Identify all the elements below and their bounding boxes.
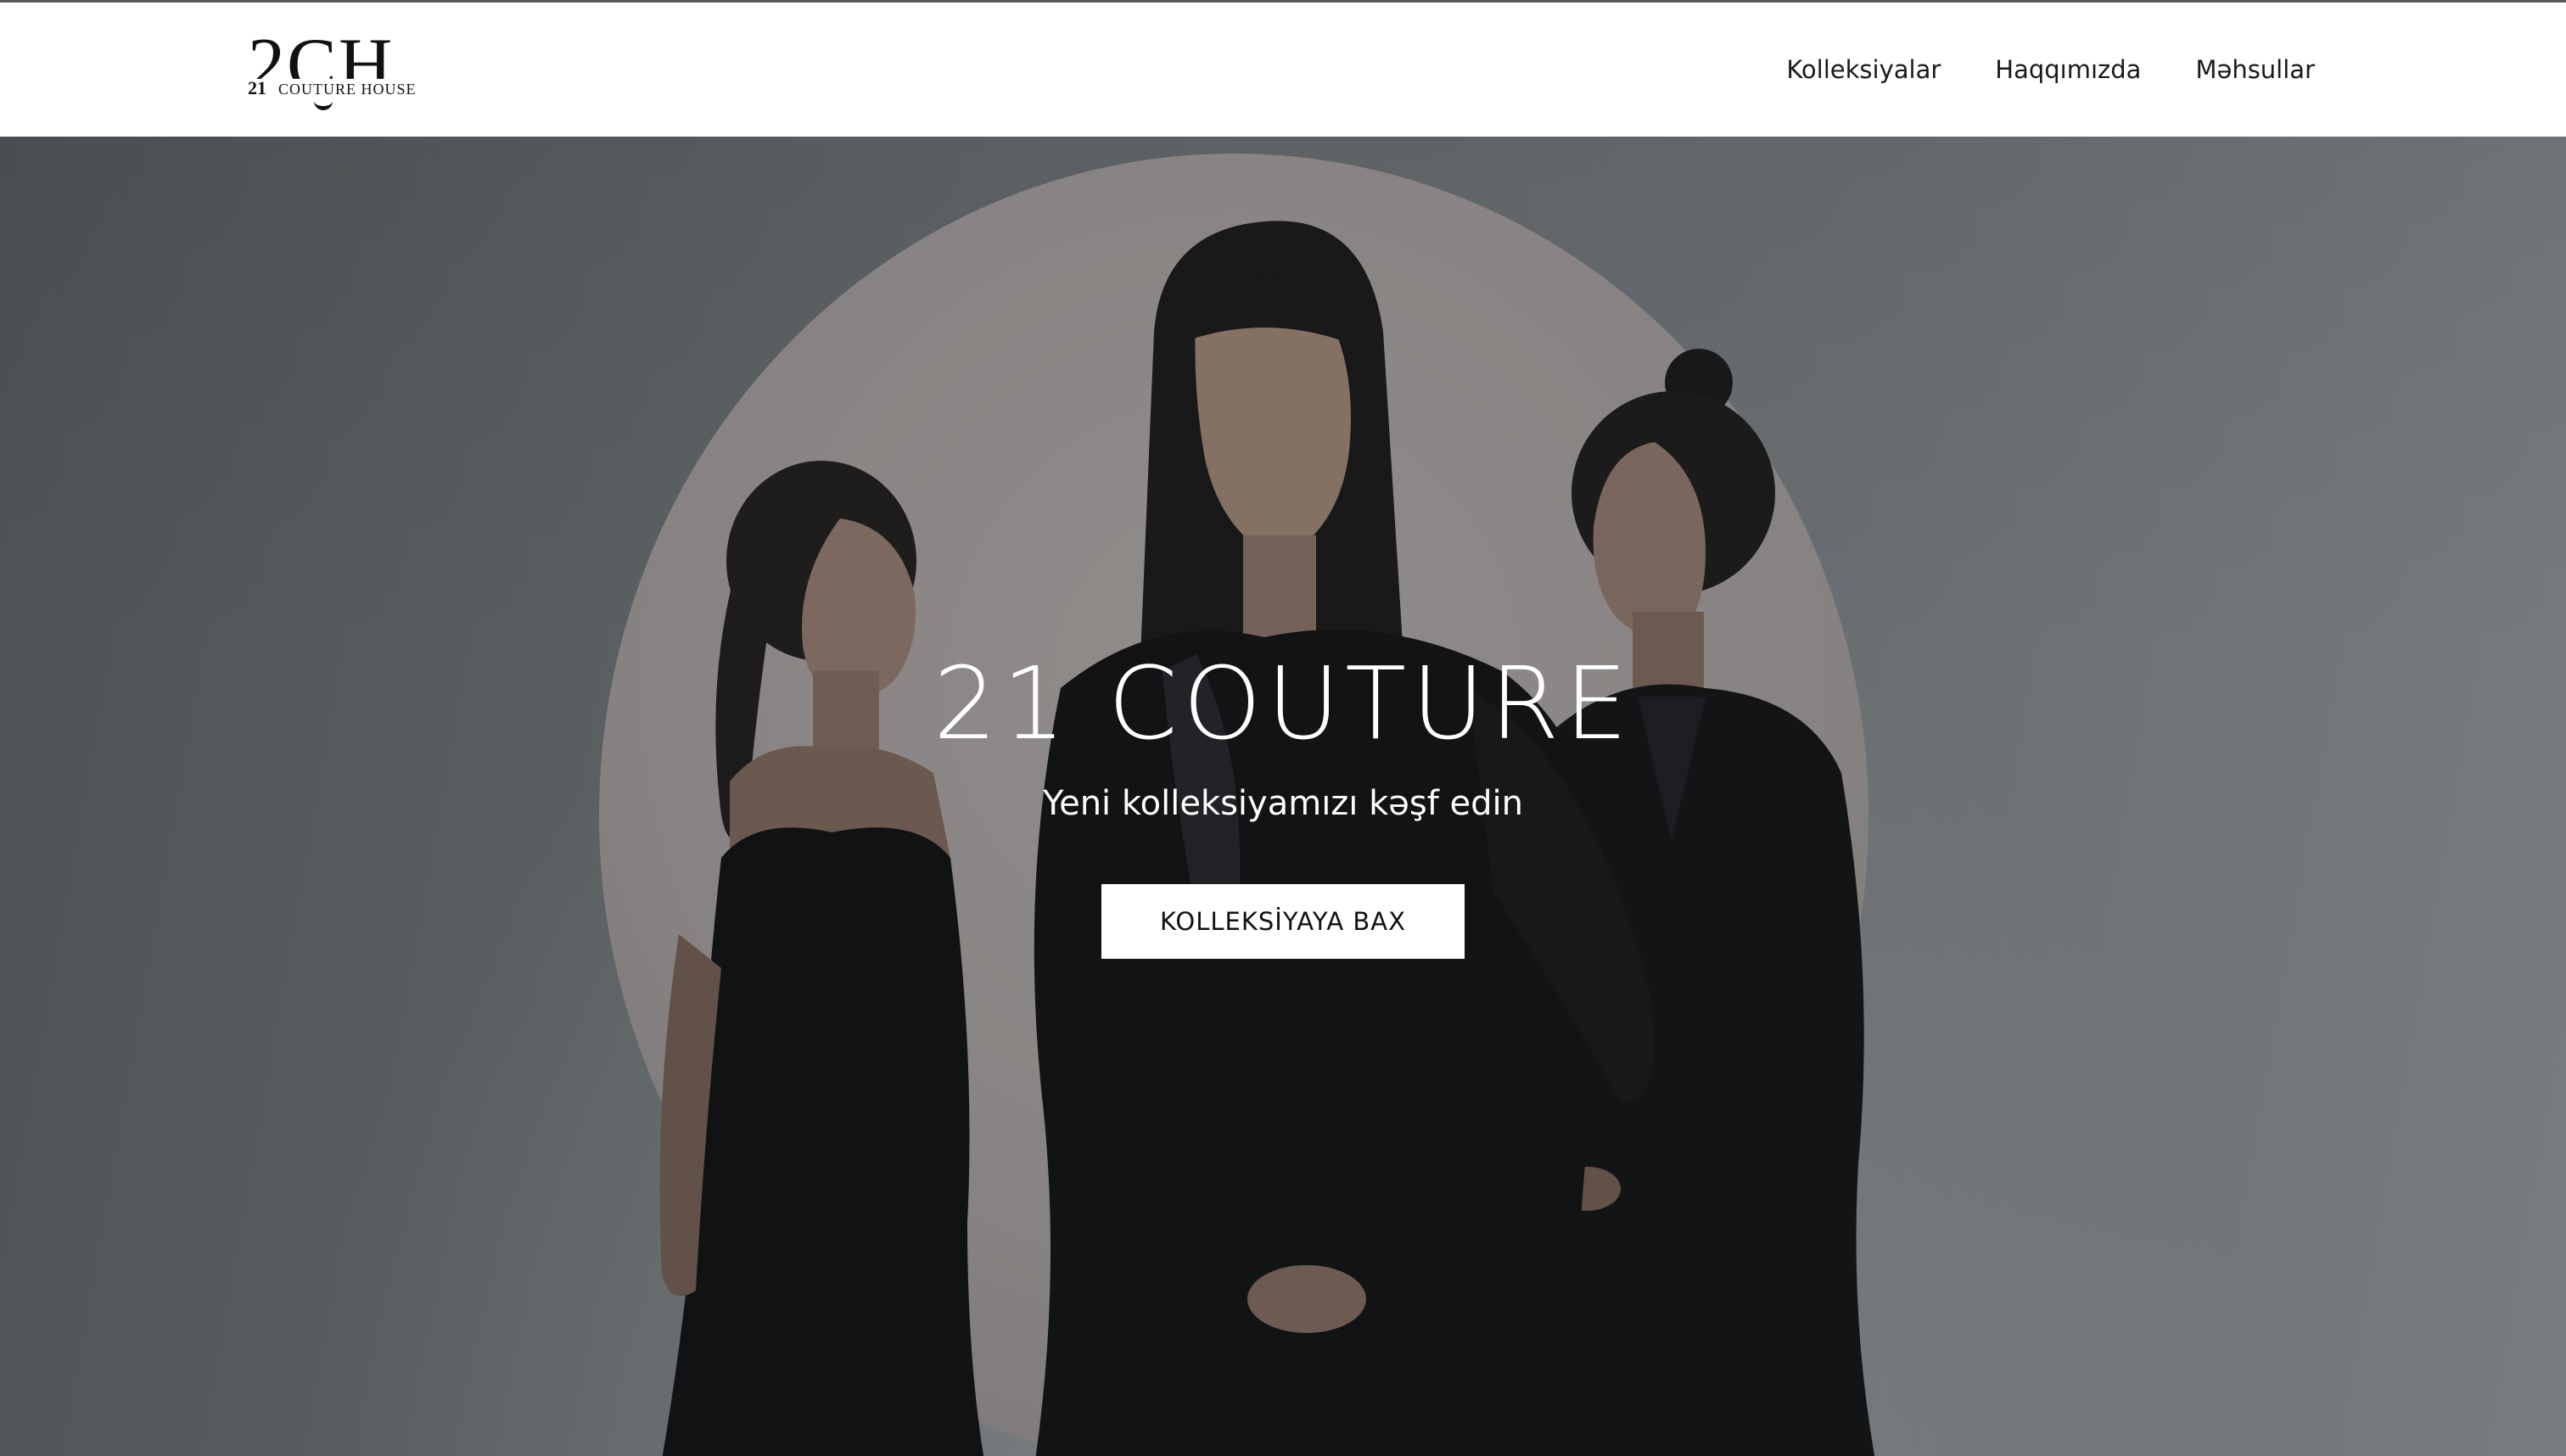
nav-item-about[interactable]: Haqqımızda bbox=[1995, 55, 2141, 84]
nav-item-products[interactable]: Məhsullar bbox=[2195, 55, 2315, 84]
main-nav: Kolleksiyalar Haqqımızda Məhsullar bbox=[1786, 3, 2315, 137]
site-header: 2CH 21 COUTURE HOUSE Kolleksiyalar Haqqı… bbox=[0, 3, 2566, 137]
page: 2CH 21 COUTURE HOUSE Kolleksiyalar Haqqı… bbox=[0, 0, 2566, 1456]
view-collection-button[interactable]: KOLLEKSİYAYA BAX bbox=[1101, 884, 1465, 959]
logo[interactable]: 2CH 21 COUTURE HOUSE bbox=[248, 28, 426, 113]
logo-text: COUTURE HOUSE bbox=[278, 81, 417, 98]
hero-section: 21 COUTURE Yeni kolleksiyamızı kəşf edin… bbox=[0, 137, 2566, 1456]
hero-content: 21 COUTURE Yeni kolleksiyamızı kəşf edin… bbox=[0, 137, 2566, 1456]
hero-title: 21 COUTURE bbox=[933, 645, 1633, 762]
nav-item-collections[interactable]: Kolleksiyalar bbox=[1786, 55, 1941, 84]
logo-number: 21 bbox=[248, 77, 266, 98]
logo-subline: 21 COUTURE HOUSE bbox=[248, 77, 417, 99]
hero-subtitle: Yeni kolleksiyamızı kəşf edin bbox=[1042, 784, 1524, 823]
